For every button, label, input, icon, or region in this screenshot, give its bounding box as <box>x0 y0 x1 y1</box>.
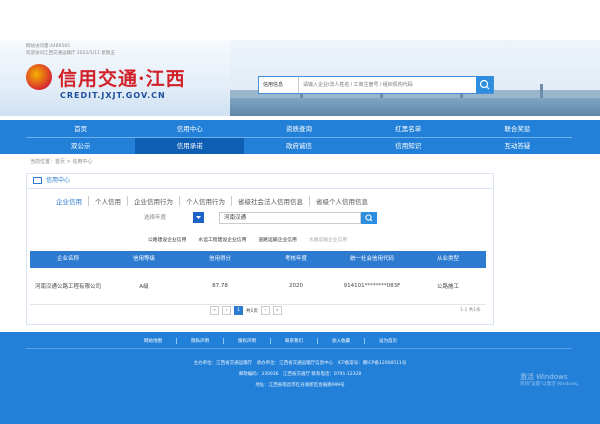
category-links: 公路建设企业信用 水运工程建设企业信用 道路运输企业信用 水路运输企业信用 <box>148 236 347 243</box>
year-dropdown-button[interactable] <box>193 212 204 223</box>
nav-qualification[interactable]: 资质查询 <box>244 121 353 137</box>
footer-privacy[interactable]: 隐私声明 <box>177 338 224 344</box>
results-table: 企业名称 信用等级 信用得分 考核年度 统一社会信用代码 从业类型 河南汉通公路… <box>30 251 486 305</box>
search-input[interactable] <box>303 77 473 93</box>
keyword-search-button[interactable] <box>361 212 377 224</box>
footer-sitemap[interactable]: 网站地图 <box>130 338 177 344</box>
keyword-input[interactable]: 河南汉通 <box>219 212 361 224</box>
nav-joint-reward[interactable]: 联合奖惩 <box>463 121 572 137</box>
pagination: « ‹ 1 共1页 › » <box>210 306 282 315</box>
cat-road-transport[interactable]: 道路运输企业信用 <box>258 236 296 243</box>
cat-waterway-construction[interactable]: 水运工程建设企业信用 <box>198 236 246 243</box>
credit-tabs: 企业信用 个人信用 企业信用行为 个人信用行为 省级社会法人信用信息 省级个人信… <box>50 196 470 206</box>
footer-copyright[interactable]: 版权声明 <box>224 338 271 344</box>
col-code: 统一社会信用代码 <box>349 256 394 262</box>
cat-highway-construction[interactable]: 公路建设企业信用 <box>148 236 186 243</box>
prev-page-button[interactable]: ‹ <box>222 306 231 315</box>
card-icon <box>33 177 42 184</box>
footer-address: 地址：江西省南昌市红谷滩新区会展路999号 <box>255 383 345 388</box>
footer-links: 网站地图 隐私声明 版权声明 联系我们 加入收藏 设为首页 <box>130 338 411 344</box>
nav-qa[interactable]: 互动答疑 <box>463 138 572 154</box>
current-page[interactable]: 1 <box>234 306 243 315</box>
next-page-button[interactable]: › <box>260 306 270 315</box>
col-grade: 信用等级 <box>132 256 155 262</box>
record-total: 1-1 共1条 <box>460 308 481 313</box>
tab-provincial-legal[interactable]: 省级社会法人信用信息 <box>232 196 310 206</box>
search-box: 信用信息 <box>258 76 494 94</box>
site-domain: CREDIT.JXJT.GOV.CN <box>60 91 166 100</box>
visit-counter: 网站访问量:4486565 <box>26 44 71 49</box>
cell-year: 2020 <box>289 283 303 289</box>
nav-row-1: 首页 信用中心 资质查询 红黑名单 联合奖惩 <box>26 121 572 137</box>
col-score: 信用得分 <box>208 256 231 262</box>
search-type-select[interactable]: 信用信息 <box>259 77 299 93</box>
chevron-down-icon <box>196 216 201 219</box>
nav-credit-knowledge[interactable]: 信用知识 <box>354 138 463 154</box>
banner-water <box>230 98 600 116</box>
footer-sponsor: 主办单位：江西省交通运输厅 承办单位：江西省交通运输厅信息中心 ICP备案号：赣… <box>193 361 407 366</box>
nav-double-publicity[interactable]: 双公示 <box>26 138 135 154</box>
breadcrumb: 当前位置：首页 > 信用中心 <box>30 159 93 165</box>
top-info: 网站访问量:4486565 欢迎访问江西交通运输厅 2022/5/11 星期五 <box>26 43 115 57</box>
col-type: 从业类型 <box>436 256 459 262</box>
footer-favorite[interactable]: 加入收藏 <box>318 338 365 344</box>
cell-grade: A级 <box>139 284 149 290</box>
nav-red-black-list[interactable]: 红黑名单 <box>354 121 463 137</box>
nav-gov-integrity[interactable]: 政府诚信 <box>244 138 353 154</box>
windows-watermark-hint: 转到"设置"以激活 Windows。 <box>520 382 582 387</box>
cell-type: 公路施工 <box>436 284 459 290</box>
tab-personal-credit[interactable]: 个人信用 <box>89 196 128 206</box>
footer-homepage[interactable]: 设为首页 <box>365 338 411 344</box>
table-header: 企业名称 信用等级 信用得分 考核年度 统一社会信用代码 从业类型 <box>30 251 486 268</box>
search-icon <box>365 214 373 222</box>
cell-company[interactable]: 河南汉通公路工程有限公司 <box>30 282 106 290</box>
nav-home[interactable]: 首页 <box>26 121 135 137</box>
logo-icon <box>26 64 52 90</box>
top-strip <box>0 0 600 40</box>
nav-credit-center[interactable]: 信用中心 <box>135 121 244 137</box>
panel-header: 信用中心 <box>27 174 493 189</box>
nav-row-2: 双公示 信用承诺 政府诚信 信用知识 互动答疑 <box>26 138 572 154</box>
last-page-button[interactable]: » <box>272 306 282 315</box>
tab-enterprise-credit[interactable]: 企业信用 <box>50 196 89 206</box>
table-row[interactable]: 河南汉通公路工程有限公司 A级 87.78 2020 914101*******… <box>30 268 486 305</box>
footer-contact-info: 邮政编码：330036 江西省交通厅 联系电话：0791-12328 <box>238 372 362 377</box>
tab-provincial-personal[interactable]: 省级个人信用信息 <box>310 196 374 206</box>
footer <box>0 332 600 424</box>
page-count: 共1页 <box>246 308 258 314</box>
col-company: 企业名称 <box>56 256 79 262</box>
panel-title: 信用中心 <box>46 177 71 184</box>
search-button[interactable] <box>476 76 493 93</box>
welcome-text: 欢迎访问江西交通运输厅 2022/5/11 星期五 <box>26 51 115 56</box>
nav-credit-promise[interactable]: 信用承诺 <box>135 138 245 154</box>
cell-code: 914101********083F <box>343 283 401 289</box>
search-icon <box>479 79 490 90</box>
footer-divider <box>26 348 572 349</box>
col-year: 考核年度 <box>284 256 307 262</box>
tab-personal-behavior[interactable]: 个人信用行为 <box>180 196 232 206</box>
site-title: 信用交通·江西 <box>58 68 186 90</box>
first-page-button[interactable]: « <box>210 306 219 315</box>
cat-water-transport[interactable]: 水路运输企业信用 <box>309 236 347 243</box>
bridge-pillar <box>540 84 543 98</box>
footer-contact[interactable]: 联系我们 <box>271 338 318 344</box>
cell-score: 87.78 <box>212 283 228 289</box>
tab-enterprise-behavior[interactable]: 企业信用行为 <box>128 196 180 206</box>
